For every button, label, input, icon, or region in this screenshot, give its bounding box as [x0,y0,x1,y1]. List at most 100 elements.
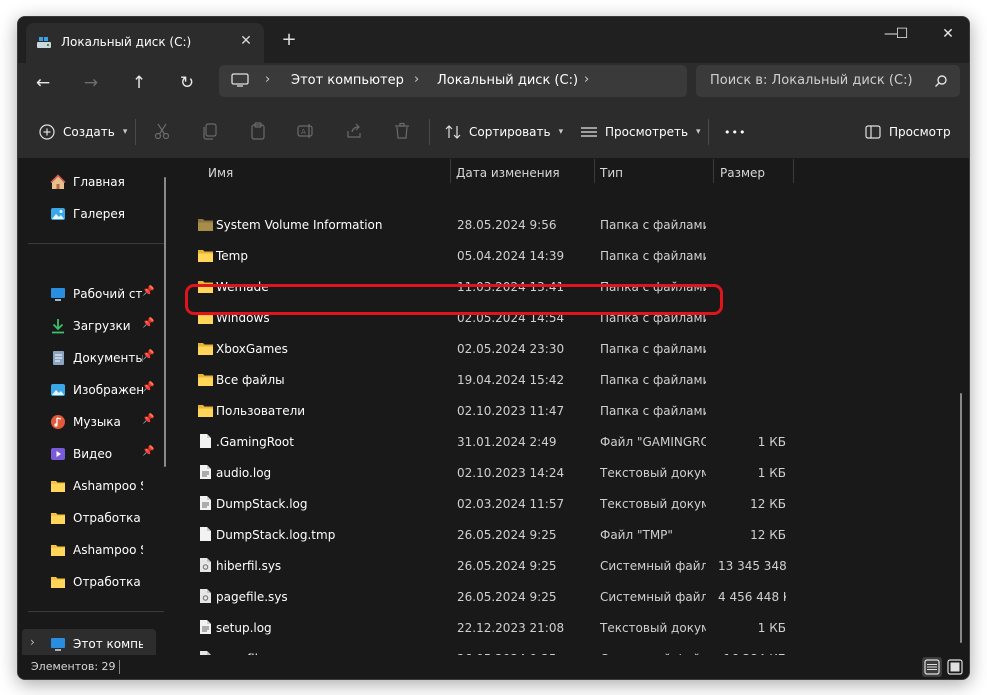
tiles-view-button[interactable] [945,657,965,677]
search-placeholder: Поиск в: Локальный диск (C:) [710,73,913,88]
sidebar-item-home[interactable]: Главная [18,167,167,197]
tab-local-disk[interactable]: Локальный диск (C:) ✕ [26,23,264,63]
column-type[interactable]: Тип [600,166,623,180]
sort-button[interactable]: Сортировать ▾ [444,119,563,145]
file-row[interactable]: DumpStack.log.tmp 26.05.2024 9:25 Файл "TM… [178,519,818,550]
file-list-scrollbar[interactable] [960,393,962,643]
delete-icon[interactable] [392,121,412,141]
file-type: Папка с файлами [600,342,706,356]
command-bar: Создать ▾ A Сортировать ▾ Просмотреть ▾ … [18,103,969,159]
tab-close-icon[interactable]: ✕ [238,33,254,49]
file-type: Папка с файлами [600,311,706,325]
column-date[interactable]: Дата изменения [456,166,560,180]
home-icon [50,174,66,189]
sidebar-item-ashampoo-snap[interactable]: Ashampoo Snap [18,535,167,565]
sort-icon [444,123,462,141]
sidebar-item-label: Отработка [73,575,141,589]
preview-pane-button[interactable]: Просмотр [864,119,951,145]
column-name[interactable]: Имя [208,166,233,180]
file-size: 1 КБ [757,621,786,635]
file-row[interactable]: audio.log 02.10.2023 14:24 Текстовый докум… [178,457,818,488]
sidebar-item-otrabotka[interactable]: Отработка [18,503,167,533]
back-icon[interactable]: ← [31,71,55,95]
file-row[interactable]: setup.log 22.12.2023 21:08 Текстовый докум… [178,612,818,643]
tab-title: Локальный диск (C:) [61,35,192,49]
view-label: Просмотреть [605,125,689,139]
file-row[interactable]: Windows 02.05.2024 14:54 Папка с файлами [178,302,818,333]
pin-icon[interactable]: 📌 [142,414,154,428]
file-row[interactable]: Temp 05.04.2024 14:39 Папка с файлами [178,240,818,271]
file-type: Файл "TMP" [600,528,673,542]
maximize-button[interactable]: ☐ [887,23,917,45]
music-icon [51,415,65,429]
sidebar-item-ashampoo-snap[interactable]: Ashampoo Snap [18,471,167,501]
file-row[interactable]: pagefile.sys 26.05.2024 9:25 Системный фай… [178,581,818,612]
explorer-window: Локальный диск (C:) ✕ + — ☐ ✕ ← → ↑ ↻ › … [17,16,970,680]
view-button[interactable]: Просмотреть ▾ [580,119,701,145]
breadcrumb-this-pc[interactable]: Этот компьютер [291,73,404,88]
sidebar-item-this-pc[interactable]: › Этот компьютер [22,629,156,655]
file-row[interactable]: hiberfil.sys 26.05.2024 9:25 Системный фай… [178,550,818,581]
file-row[interactable]: Wemade 11.03.2024 13:41 Папка с файлами [178,271,818,302]
file-row[interactable]: DumpStack.log 02.03.2024 11:57 Текстовый д… [178,488,818,519]
file-row[interactable]: .GamingRoot 31.01.2024 2:49 Файл "GAMINGRO… [178,426,818,457]
sidebar-item-otrabotka[interactable]: Отработка [18,567,167,597]
chevron-right-icon[interactable]: › [584,72,589,87]
sidebar-item-desktop[interactable]: Рабочий стол 📌 [18,279,167,309]
column-divider[interactable] [450,159,451,183]
file-row[interactable]: System Volume Information 28.05.2024 9:56… [178,209,818,240]
details-view-button[interactable] [922,657,942,677]
documents-icon [53,351,64,365]
up-icon[interactable]: ↑ [127,71,151,95]
toolbar-divider [135,119,136,145]
folder-icon [51,577,65,588]
sidebar-item-gallery[interactable]: Галерея [18,199,167,229]
close-button[interactable]: ✕ [933,23,963,45]
rename-icon[interactable]: A [296,121,316,141]
cut-icon[interactable] [152,121,172,141]
file-row[interactable]: swapfile.sys26.05.2024 9:25Системный фай… [178,643,818,655]
new-tab-button[interactable]: + [280,31,298,49]
file-row[interactable]: XboxGames 02.05.2024 23:30 Папка с файлами [178,333,818,364]
folder-icon [198,281,213,293]
column-divider[interactable] [713,159,714,183]
more-options-button[interactable]: ••• [724,119,746,145]
file-size: 12 КБ [750,528,786,542]
sidebar-scrollbar[interactable] [164,177,166,467]
search-input[interactable]: Поиск в: Локальный диск (C:) [696,65,960,97]
sidebar-item-documents[interactable]: Документы 📌 [18,343,167,373]
pin-icon[interactable]: 📌 [142,382,154,396]
file-date: 02.05.2024 23:30 [457,342,565,356]
forward-icon[interactable]: → [79,71,103,95]
sidebar-item-video[interactable]: Видео 📌 [18,439,167,469]
chevron-right-icon[interactable]: › [30,635,35,649]
pin-icon[interactable]: 📌 [142,318,154,332]
sidebar-divider [28,611,164,612]
copy-icon[interactable] [200,121,220,141]
column-divider[interactable] [594,159,595,183]
pin-icon[interactable]: 📌 [142,286,154,300]
create-button[interactable]: Создать ▾ [38,119,127,145]
file-type: Текстовый документ [600,621,706,635]
column-divider[interactable] [793,159,794,183]
refresh-icon[interactable]: ↻ [175,71,199,95]
share-icon[interactable] [344,121,364,141]
file-row[interactable]: Пользователи 02.10.2023 11:47 Папка с файл… [178,395,818,426]
file-size: 13 345 348 КБ [718,559,786,573]
breadcrumb-local-disk[interactable]: Локальный диск (C:) [437,73,578,88]
file-name: pagefile.sys [216,590,288,604]
sidebar-item-music[interactable]: Музыка 📌 [18,407,167,437]
folder-icon [51,545,65,556]
file-date: 11.03.2024 13:41 [457,280,565,294]
file-row[interactable]: Все файлы 19.04.2024 15:42 Папка с файлами [178,364,818,395]
pin-icon[interactable]: 📌 [142,350,154,364]
sidebar-item-pictures[interactable]: Изображения 📌 [18,375,167,405]
title-bar: Локальный диск (C:) ✕ + — ☐ ✕ [18,17,969,63]
address-bar[interactable]: › Этот компьютер › Локальный диск (C:) › [219,65,687,97]
pin-icon[interactable]: 📌 [142,446,154,460]
preview-label: Просмотр [889,125,951,139]
sidebar-item-downloads[interactable]: Загрузки 📌 [18,311,167,341]
column-size[interactable]: Размер [720,166,765,180]
paste-icon[interactable] [248,121,268,141]
text-document-icon [200,620,211,634]
